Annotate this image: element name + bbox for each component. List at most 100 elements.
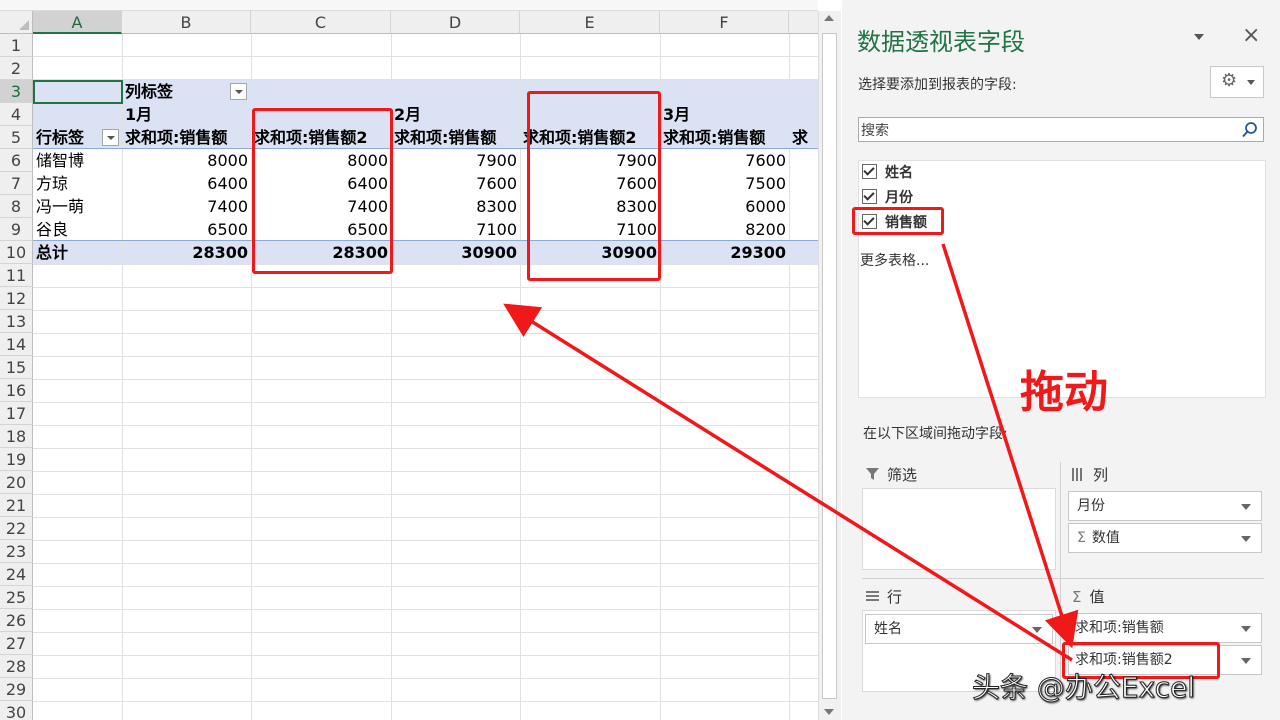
chevron-down-icon[interactable] (1241, 658, 1251, 664)
row-header[interactable]: 12 (0, 287, 33, 310)
row-name: 方琼 (36, 174, 69, 193)
row-header[interactable]: 1 (0, 34, 33, 57)
measure-header: 求和项:销售额 (125, 128, 228, 147)
drag-fields-hint: 在以下区域间拖动字段: (863, 426, 1008, 442)
total-cell: 30900 (461, 243, 517, 262)
field-settings-button[interactable]: ⚙ (1210, 66, 1264, 98)
row-header[interactable]: 18 (0, 425, 33, 448)
column-header-f[interactable]: F (660, 11, 789, 34)
row-header[interactable]: 2 (0, 57, 33, 80)
pivot-column-labels-caption: 列标签 (125, 82, 174, 101)
row-header[interactable]: 16 (0, 379, 33, 402)
measure-header: 求和项:销售额 (663, 128, 766, 147)
chevron-down-icon[interactable] (1241, 536, 1251, 542)
spreadsheet-grid[interactable]: A B C D E F 1 2 3 4 5 6 7 8 9 10 11 12 1… (0, 0, 818, 720)
field-item-month[interactable]: 月份 (862, 188, 913, 208)
row-header[interactable]: 21 (0, 494, 33, 517)
chevron-down-icon[interactable] (1032, 627, 1042, 633)
row-header[interactable]: 5 (0, 126, 33, 149)
field-label: 月份 (885, 190, 913, 206)
data-cell: 7100 (476, 220, 517, 239)
highlight-box-sales-field (852, 207, 944, 235)
total-cell: 29300 (730, 243, 786, 262)
row-header[interactable]: 30 (0, 701, 33, 720)
close-icon[interactable]: × (1242, 24, 1260, 48)
month-label: 2月 (394, 105, 422, 124)
column-header-c[interactable]: C (251, 11, 391, 34)
values-item-sales[interactable]: 求和项:销售额 (1068, 613, 1262, 643)
column-header-g[interactable] (789, 11, 818, 34)
field-search-input[interactable]: 搜索 (858, 117, 1264, 142)
column-header-a[interactable]: A (33, 11, 122, 34)
row-header[interactable]: 7 (0, 172, 33, 195)
search-placeholder: 搜索 (861, 123, 889, 139)
panel-options-chevron-icon[interactable] (1194, 34, 1204, 40)
measure-header: 求 (792, 128, 809, 147)
data-cell: 6000 (745, 197, 786, 216)
rows-item-name[interactable]: 姓名 (865, 614, 1053, 644)
row-header[interactable]: 22 (0, 517, 33, 540)
row-header[interactable]: 23 (0, 540, 33, 563)
pivot-row-labels-caption: 行标签 (36, 128, 85, 147)
row-header[interactable]: 26 (0, 609, 33, 632)
zone-title: 行 (887, 588, 903, 606)
row-header[interactable]: 3 (0, 80, 33, 103)
data-cell: 7500 (745, 174, 786, 193)
column-header-e[interactable]: E (520, 11, 660, 34)
chevron-down-icon[interactable] (1241, 504, 1251, 510)
checkbox-checked-icon[interactable] (862, 164, 877, 179)
pill-label: 求和项:销售额 (1075, 620, 1164, 636)
row-header[interactable]: 9 (0, 218, 33, 241)
data-cell: 8000 (207, 151, 248, 170)
active-cell-a3[interactable] (33, 80, 123, 104)
row-header[interactable]: 10 (0, 241, 33, 264)
pill-label: 姓名 (874, 621, 902, 637)
row-header[interactable]: 15 (0, 356, 33, 379)
pivot-fields-panel: 数据透视表字段 × 选择要添加到报表的字段: ⚙ 搜索 姓名 月份 销售额 更多… (842, 0, 1280, 720)
checkbox-checked-icon[interactable] (862, 189, 877, 204)
row-header[interactable]: 25 (0, 586, 33, 609)
filter-zone[interactable] (862, 488, 1056, 570)
search-icon[interactable] (1241, 121, 1259, 139)
columns-item-values[interactable]: Σ 数值 (1068, 523, 1262, 553)
month-label: 3月 (663, 105, 691, 124)
zone-title: 值 (1089, 588, 1105, 606)
row-header[interactable]: 29 (0, 678, 33, 701)
select-all-corner[interactable] (0, 11, 33, 34)
column-labels-filter-dropdown[interactable] (230, 83, 247, 100)
vertical-scrollbar[interactable] (818, 11, 841, 720)
formula-bar-strip (0, 0, 818, 11)
row-header[interactable]: 4 (0, 103, 33, 126)
field-item-name[interactable]: 姓名 (862, 163, 913, 183)
row-header[interactable]: 24 (0, 563, 33, 586)
row-header[interactable]: 28 (0, 655, 33, 678)
column-header-d[interactable]: D (391, 11, 520, 34)
scrollbar-thumb[interactable] (822, 33, 837, 699)
row-header[interactable]: 20 (0, 471, 33, 494)
choose-fields-label: 选择要添加到报表的字段: (858, 77, 1017, 93)
drag-annotation-text: 拖动 (1020, 367, 1108, 418)
more-tables-link[interactable]: 更多表格... (860, 250, 929, 270)
rows-icon (866, 591, 879, 601)
row-name: 冯一萌 (36, 197, 85, 216)
month-label: 1月 (125, 105, 153, 124)
columns-item-month[interactable]: 月份 (1068, 491, 1262, 521)
row-header[interactable]: 27 (0, 632, 33, 655)
row-header[interactable]: 19 (0, 448, 33, 471)
row-header[interactable]: 11 (0, 264, 33, 287)
panel-title: 数据透视表字段 (857, 28, 1025, 56)
columns-zone[interactable]: 月份 Σ 数值 (1066, 488, 1264, 570)
row-header[interactable]: 13 (0, 310, 33, 333)
scroll-down-icon[interactable] (824, 709, 834, 715)
scroll-up-icon[interactable] (824, 15, 834, 21)
row-header[interactable]: 14 (0, 333, 33, 356)
column-header-b[interactable]: B (122, 11, 251, 34)
row-header[interactable]: 6 (0, 149, 33, 172)
pill-label: 月份 (1077, 498, 1105, 514)
row-labels-filter-dropdown[interactable] (102, 129, 119, 146)
data-cell: 6400 (207, 174, 248, 193)
chevron-down-icon[interactable] (1241, 626, 1251, 632)
row-header[interactable]: 17 (0, 402, 33, 425)
row-header[interactable]: 8 (0, 195, 33, 218)
measure-header: 求和项:销售额 (394, 128, 497, 147)
